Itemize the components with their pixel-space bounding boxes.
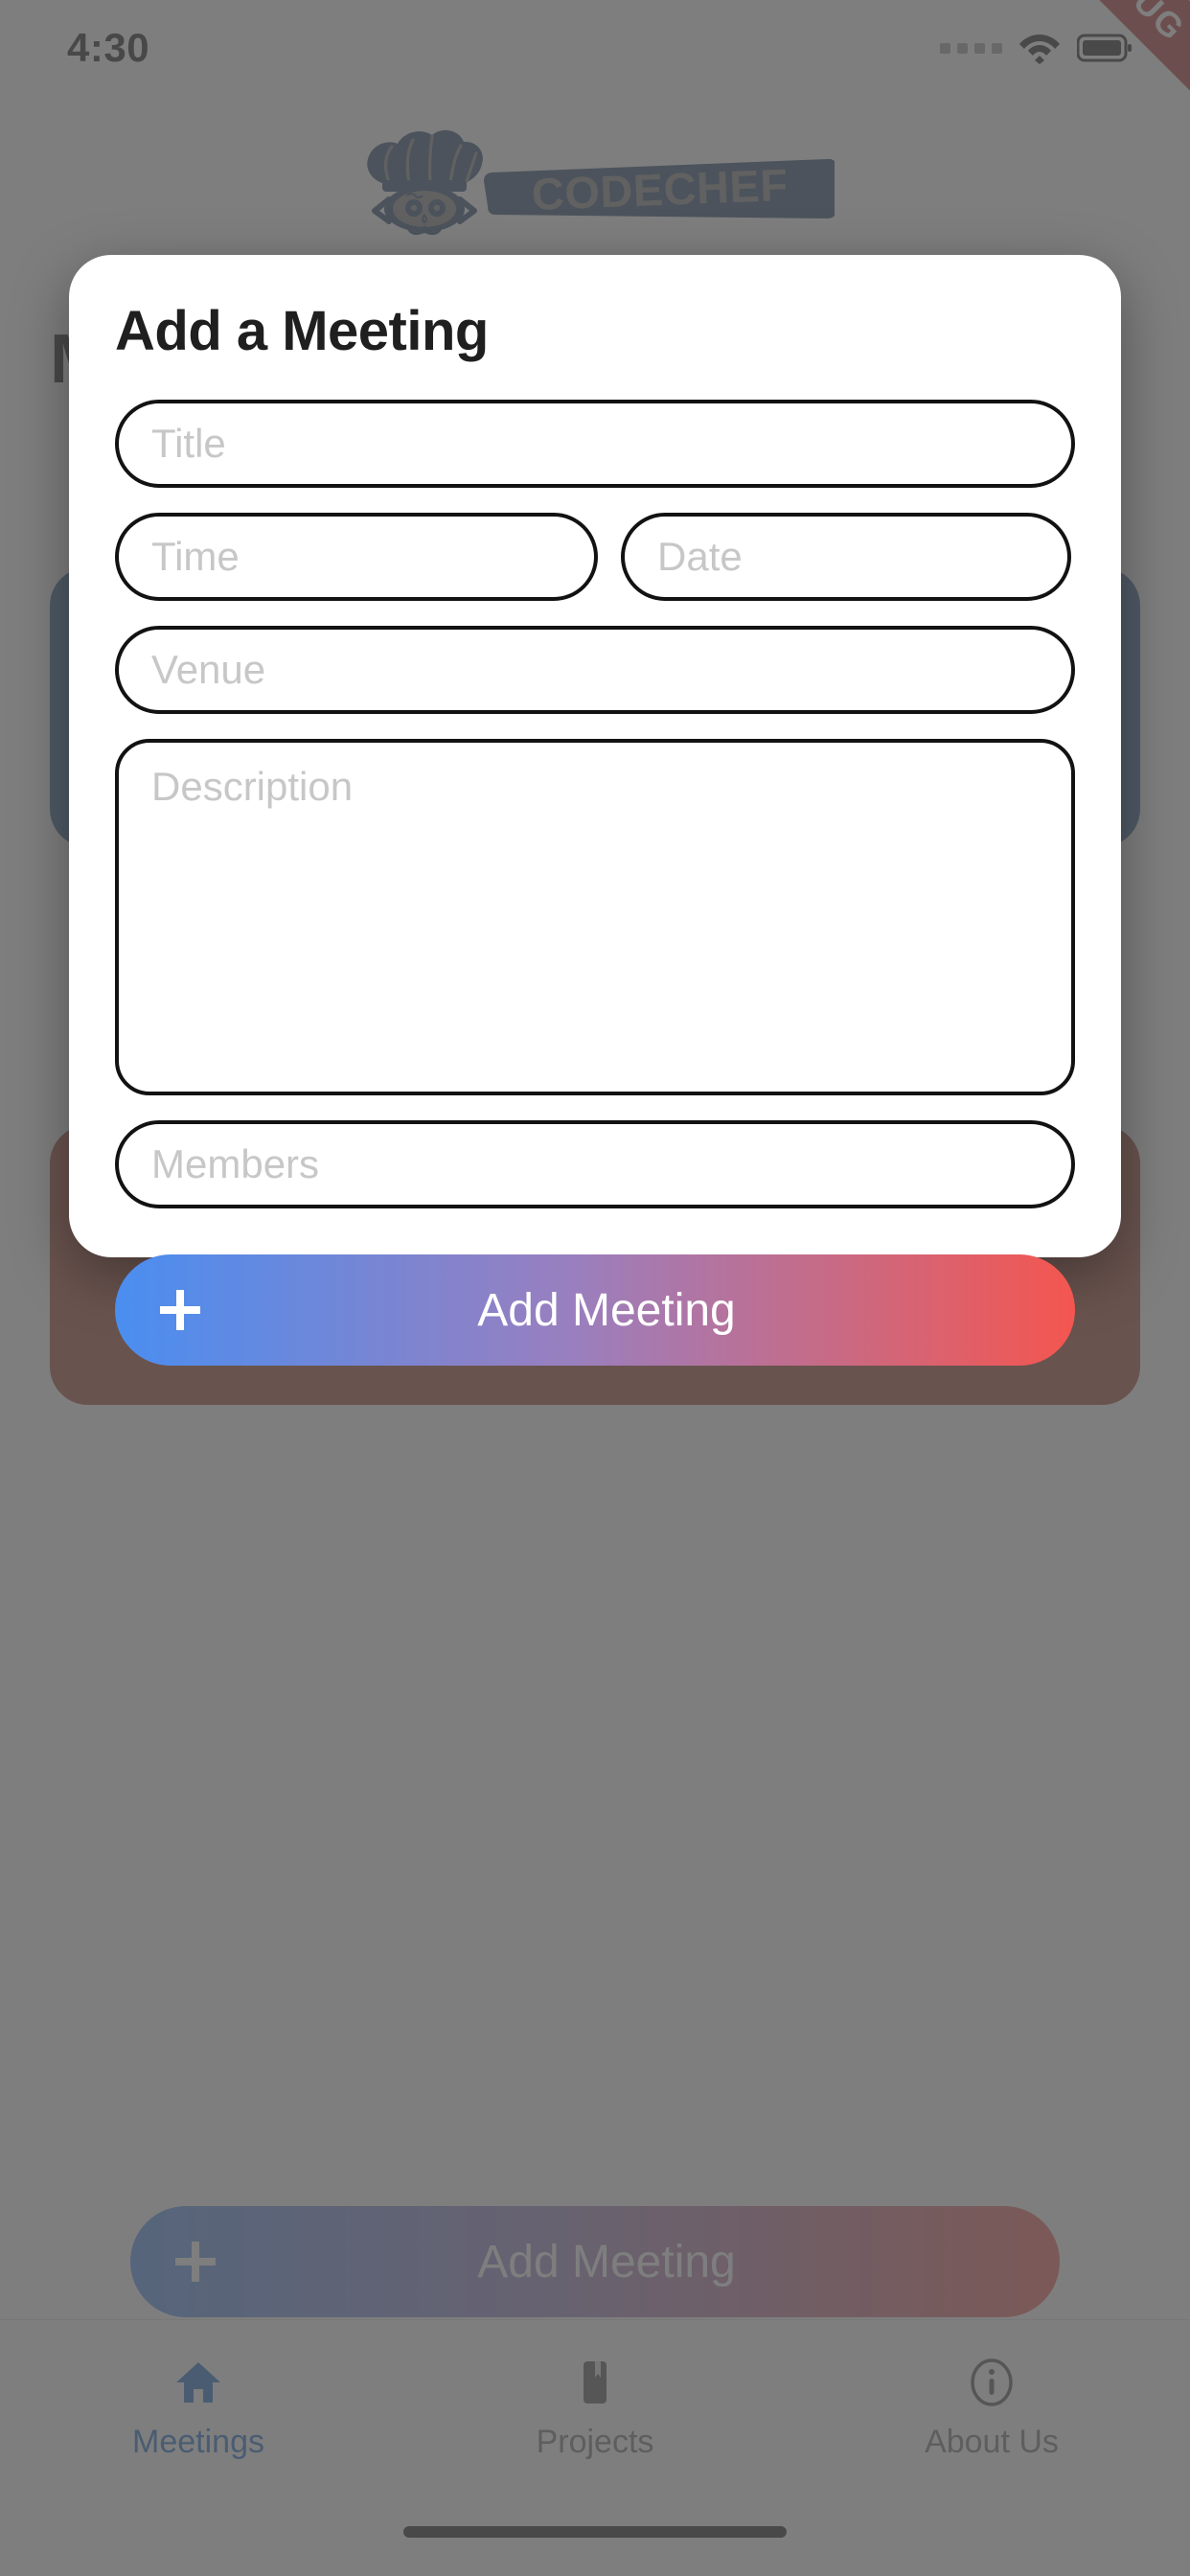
title-input-placeholder: Title: [151, 421, 226, 466]
submit-add-meeting-button[interactable]: Add Meeting: [115, 1254, 1075, 1366]
description-textarea[interactable]: Description: [115, 739, 1075, 1095]
title-input[interactable]: Title: [115, 400, 1075, 488]
date-input[interactable]: Date: [621, 513, 1071, 601]
time-input[interactable]: Time: [115, 513, 598, 601]
dialog-title: Add a Meeting: [115, 300, 489, 362]
venue-input-placeholder: Venue: [151, 647, 266, 692]
add-meeting-dialog: Add a Meeting Title Time Date Venue Desc…: [69, 255, 1121, 1366]
members-input[interactable]: Members: [115, 1120, 1075, 1208]
description-textarea-placeholder: Description: [151, 764, 354, 809]
phone-screen: 4:30: [0, 0, 1190, 2576]
members-input-placeholder: Members: [151, 1141, 320, 1186]
time-date-row: Time Date: [115, 513, 1075, 601]
submit-add-meeting-label: Add Meeting: [477, 1284, 736, 1336]
date-input-placeholder: Date: [657, 534, 743, 579]
time-input-placeholder: Time: [151, 534, 240, 579]
venue-input[interactable]: Venue: [115, 626, 1075, 714]
plus-icon: [160, 1290, 200, 1330]
